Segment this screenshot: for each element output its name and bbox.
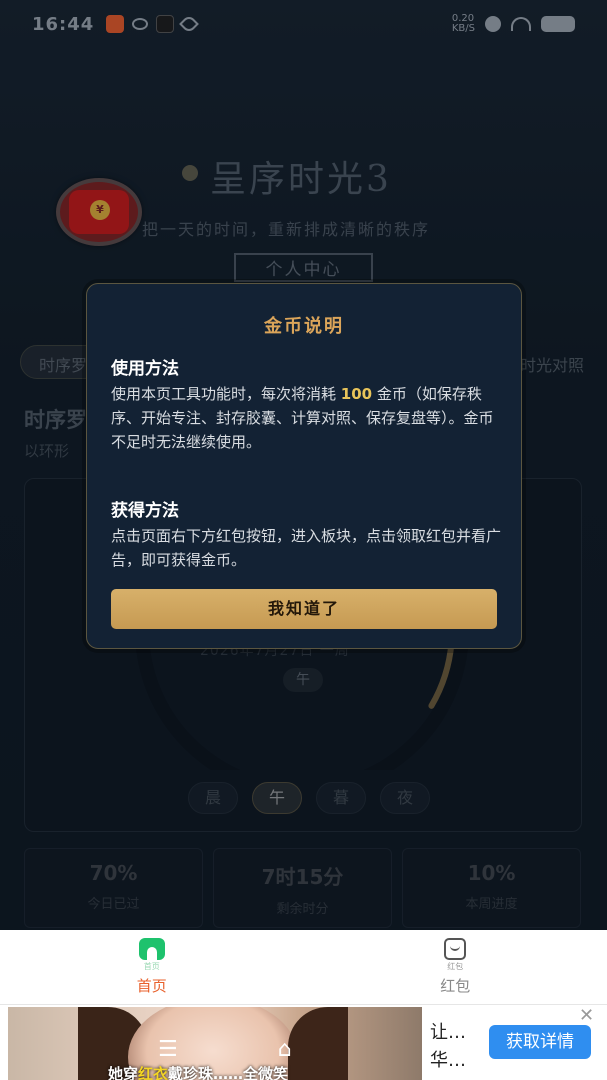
ad-caption: 她穿红衣戴珍珠……全微笑 [108, 1063, 288, 1080]
ad-caption-part: 戴珍珠……全微笑 [168, 1065, 289, 1080]
ad-image[interactable]: ☰ ⌂ 她穿红衣戴珍珠……全微笑 [8, 1007, 422, 1080]
coin-cost: 100 [340, 385, 373, 403]
red-packet-icon-caption: 红包 [447, 962, 464, 971]
dialog-title: 金币说明 [264, 316, 344, 337]
nav-item-home[interactable]: 首页 首页 [0, 930, 304, 1004]
ad-cta-button[interactable]: 获取详情 [489, 1025, 591, 1059]
home-icon [138, 938, 165, 960]
nav-label-home: 首页 [136, 977, 167, 995]
ad-close-icon[interactable]: ✕ [579, 1005, 594, 1026]
ad-text-line: 让… [430, 1022, 466, 1043]
home-icon-caption: 首页 [143, 962, 160, 971]
earn-text: 点击页面右下方红包按钮，进入板块，点击领取红包并看广告，即可获得金币。 [111, 527, 502, 569]
usage-text-part: 使用本页工具功能时，每次将消耗 [111, 385, 341, 403]
nav-item-red-packet[interactable]: 红包 红包 [304, 930, 607, 1004]
app-screen: 16:44 0.20 KB/S 呈序时光3 把一天的时间，重新排成清晰的秩序 个… [0, 0, 607, 930]
red-packet-nav-icon [444, 938, 467, 960]
menu-icon: ☰ [158, 1037, 178, 1062]
ad-image-hair-right [288, 1007, 348, 1080]
ad-text-line: 华… [430, 1050, 466, 1071]
ad-caption-highlight: 红衣 [138, 1065, 169, 1080]
ad-overlay-icons: ☰ ⌂ [158, 1037, 292, 1062]
home-outline-icon: ⌂ [277, 1037, 292, 1062]
confirm-button[interactable]: 我知道了 [111, 589, 497, 629]
ad-text: 让… 华… [430, 1019, 466, 1075]
usage-text: 使用本页工具功能时，每次将消耗 100 金币（如保存秩序、开始专注、封存胶囊、计… [111, 382, 503, 454]
earn-heading: 获得方法 [111, 501, 179, 521]
ad-caption-part: 她穿 [108, 1065, 139, 1080]
usage-heading: 使用方法 [111, 359, 179, 379]
nav-label-red-packet: 红包 [440, 977, 471, 995]
coin-info-dialog: 金币说明 使用方法 使用本页工具功能时，每次将消耗 100 金币（如保存秩序、开… [86, 283, 522, 649]
bottom-nav: 首页 首页 红包 红包 [0, 930, 607, 1004]
